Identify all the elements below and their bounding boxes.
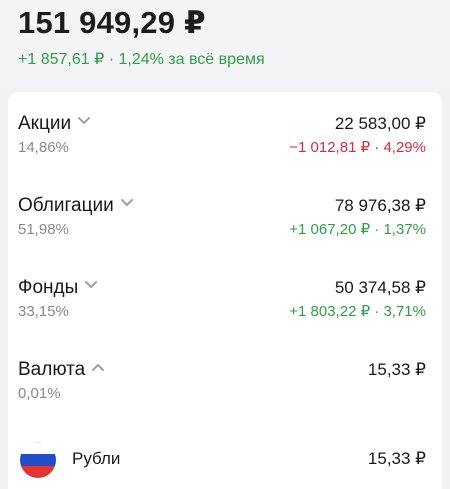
category-name: Фонды [18, 277, 79, 298]
chevron-up-icon[interactable] [91, 362, 105, 372]
portfolio-change-value: +1 857,61 ₽ · 1,24% [18, 51, 164, 68]
currency-name: Рубли [72, 449, 121, 468]
portfolio-header: 151 949,29 ₽ +1 857,61 ₽ · 1,24% за всё … [0, 0, 450, 90]
category-share: 14,86% [18, 139, 69, 156]
category-amount: 78 976,38 ₽ [334, 196, 426, 215]
chevron-down-icon[interactable] [77, 116, 91, 126]
currency-item-rub[interactable]: Рубли 15,33 ₽ [18, 442, 426, 482]
category-name: Акции [18, 113, 72, 134]
category-name: Облигации [18, 195, 114, 216]
portfolio-change-period: за всё время [168, 51, 265, 68]
holdings-card: Акции 14,86% 22 583,00 ₽ −1 012,81 ₽ · 4… [8, 92, 442, 489]
category-name-group[interactable]: Акции [18, 112, 91, 136]
category-share: 33,15% [18, 303, 69, 320]
category-name-group[interactable]: Валюта [18, 358, 105, 382]
currency-amount: 15,33 ₽ [367, 449, 426, 468]
chevron-down-icon[interactable] [84, 280, 98, 290]
russia-flag-icon [20, 442, 56, 478]
category-amount: 22 583,00 ₽ [334, 114, 426, 133]
category-name-group[interactable]: Фонды [18, 276, 98, 300]
category-row-funds[interactable]: Фонды 33,15% 50 374,58 ₽ +1 803,22 ₽ · 3… [18, 276, 426, 324]
category-row-currency[interactable]: Валюта 0,01% 15,33 ₽ [18, 358, 426, 406]
chevron-down-icon[interactable] [120, 198, 134, 208]
portfolio-change: +1 857,61 ₽ · 1,24% за всё время [18, 50, 432, 70]
category-amount: 15,33 ₽ [367, 360, 426, 379]
category-amount: 50 374,58 ₽ [334, 278, 426, 297]
category-row-stocks[interactable]: Акции 14,86% 22 583,00 ₽ −1 012,81 ₽ · 4… [18, 112, 426, 160]
category-name: Валюта [18, 359, 86, 380]
category-share: 0,01% [18, 385, 61, 402]
portfolio-total: 151 949,29 ₽ [18, 5, 206, 40]
category-name-group[interactable]: Облигации [18, 194, 134, 218]
category-share: 51,98% [18, 221, 69, 238]
category-delta: +1 803,22 ₽ · 3,71% [289, 303, 426, 320]
category-row-bonds[interactable]: Облигации 51,98% 78 976,38 ₽ +1 067,20 ₽… [18, 194, 426, 242]
category-delta: −1 012,81 ₽ · 4,29% [289, 139, 426, 156]
category-delta: +1 067,20 ₽ · 1,37% [289, 221, 426, 238]
